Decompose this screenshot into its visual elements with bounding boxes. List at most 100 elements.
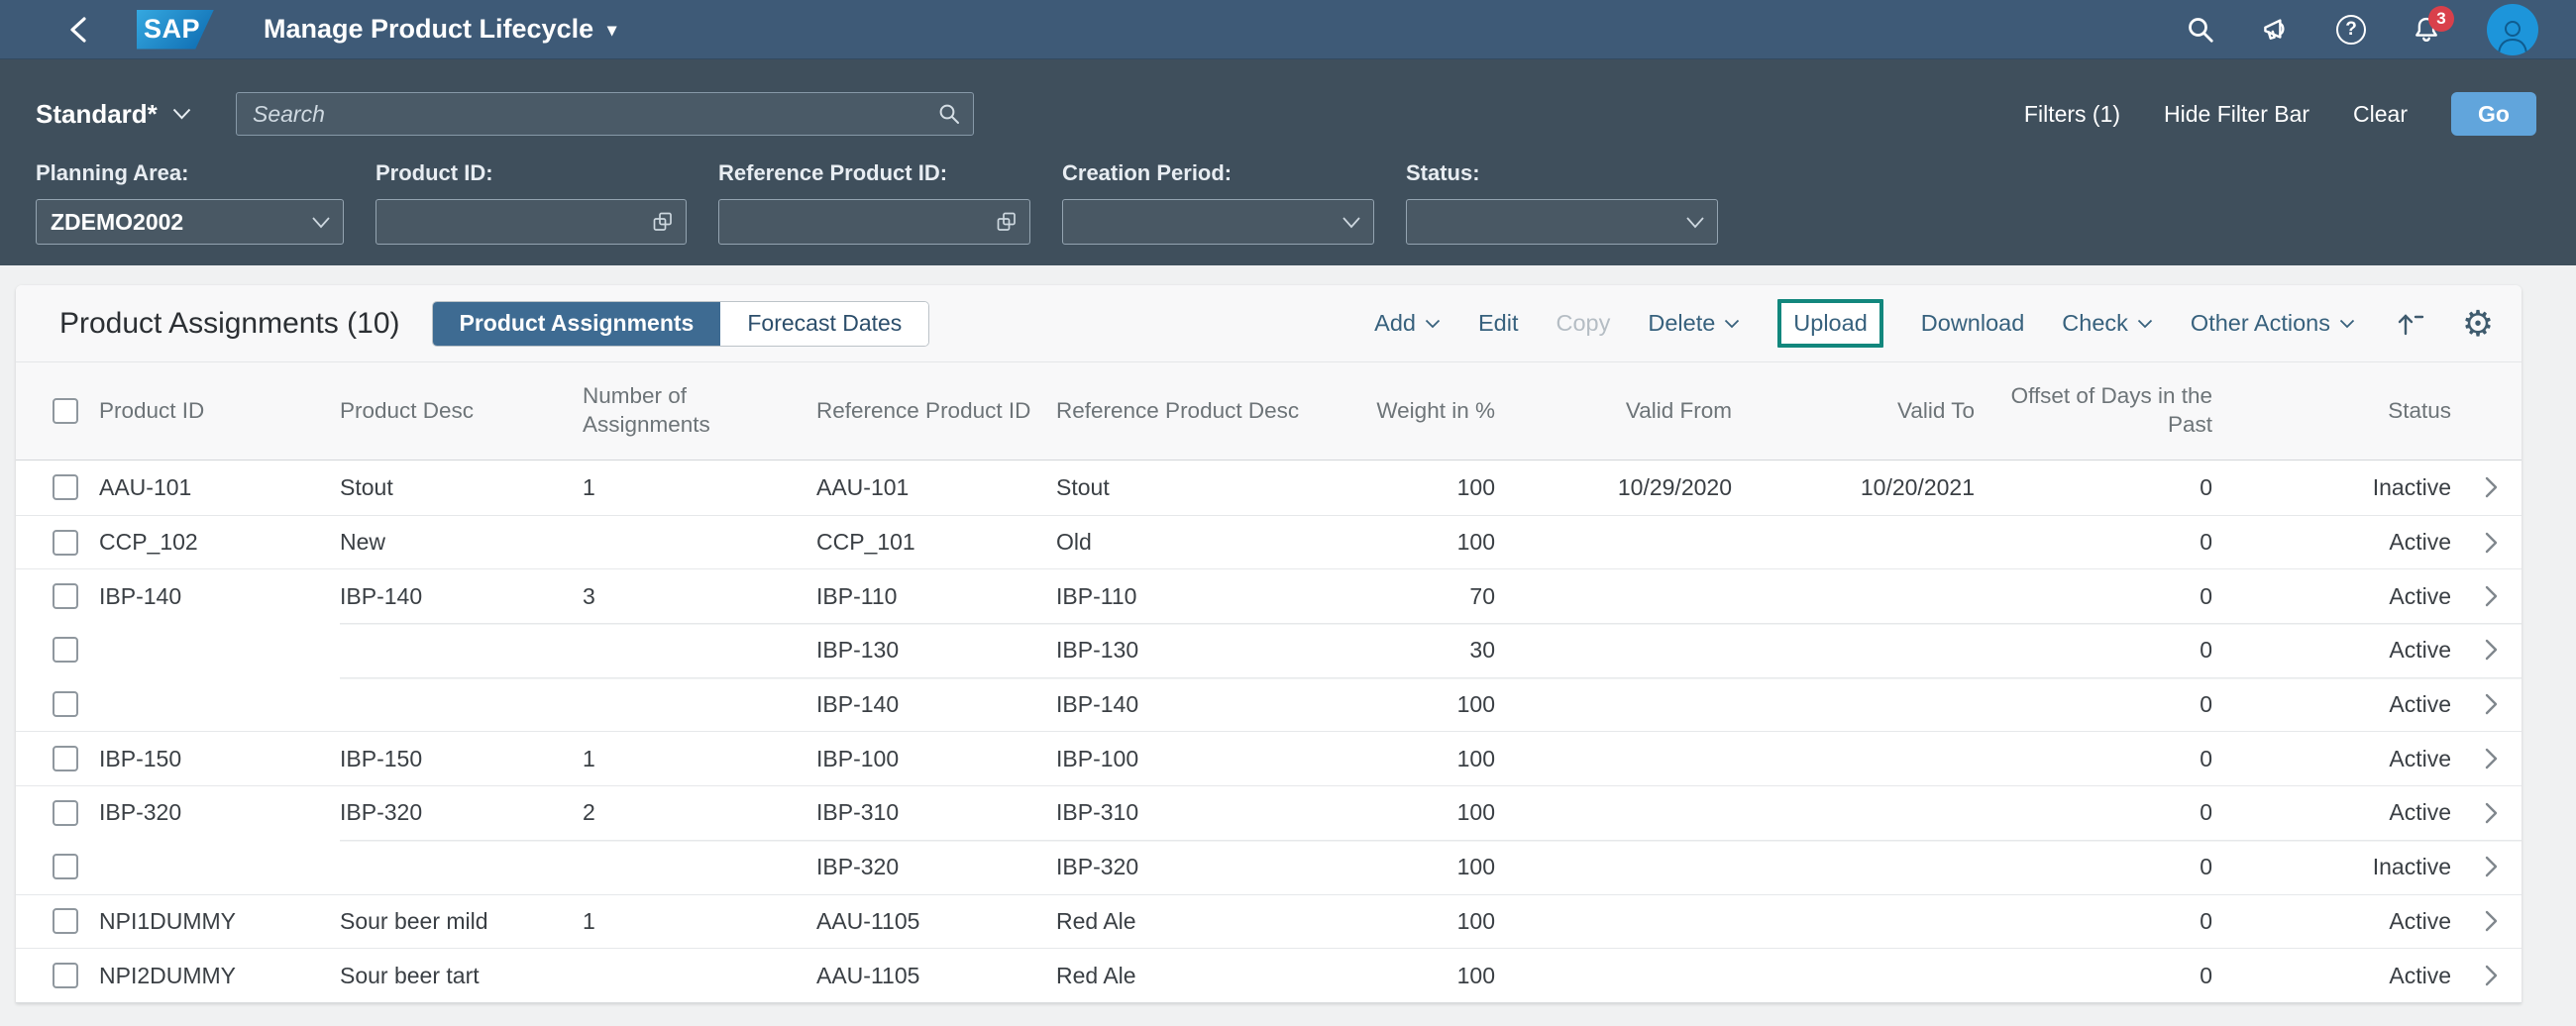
table-row[interactable]: CCP_102NewCCP_101Old1000Active (16, 515, 2522, 569)
button-label: Upload (1793, 310, 1867, 337)
back-icon[interactable] (65, 15, 91, 45)
row-checkbox[interactable] (53, 746, 78, 771)
bell-icon[interactable]: 3 (2412, 15, 2441, 45)
cell-ref-id: AAU-101 (816, 474, 1056, 501)
cell-status: Active (2222, 908, 2461, 935)
row-checkbox[interactable] (53, 474, 78, 500)
row-checkbox[interactable] (53, 854, 78, 879)
search-go-icon[interactable] (937, 102, 961, 126)
cell-ref-id: CCP_101 (816, 529, 1056, 556)
chevron-right-icon[interactable] (2484, 909, 2499, 933)
cell-status: Active (2222, 963, 2461, 989)
row-checkbox[interactable] (53, 530, 78, 556)
hide-filter-bar-link[interactable]: Hide Filter Bar (2164, 101, 2309, 128)
cell-num: 2 (583, 799, 816, 826)
chevron-down-icon[interactable] (1685, 216, 1705, 229)
cell-weight: 100 (1353, 746, 1505, 772)
title-caret-icon: ▾ (607, 21, 616, 39)
chevron-right-icon[interactable] (2484, 531, 2499, 555)
table-row[interactable]: IBP-320IBP-3201000Inactive (16, 840, 2522, 894)
search-icon[interactable] (2186, 15, 2215, 45)
clear-link[interactable]: Clear (2353, 101, 2408, 128)
row-checkbox-cell (16, 637, 99, 663)
chevron-right-icon[interactable] (2484, 964, 2499, 987)
cell-product-id: IBP-320 (99, 799, 340, 826)
table-row[interactable]: IBP-150IBP-1501IBP-100IBP-1001000Active (16, 731, 2522, 785)
sort-icon[interactable] (2395, 308, 2426, 340)
avatar[interactable] (2487, 4, 2538, 55)
download-button[interactable]: Download (1921, 310, 2025, 337)
table-row[interactable]: AAU-101Stout1AAU-101Stout10010/29/202010… (16, 461, 2522, 515)
chevron-down-icon[interactable] (1342, 216, 1361, 229)
filter-field-control-reference-product-id[interactable] (718, 199, 1030, 245)
row-checkbox[interactable] (53, 963, 78, 988)
filter-field-value: ZDEMO2002 (51, 209, 311, 236)
shell-actions: ? 3 (2186, 4, 2538, 55)
table-row[interactable]: NPI1DUMMYSour beer mild1AAU-1105Red Ale1… (16, 894, 2522, 949)
cell-ref-id: IBP-140 (816, 691, 1056, 718)
cell-product-desc: IBP-320 (340, 799, 583, 826)
row-checkbox-cell (16, 800, 99, 826)
row-checkbox[interactable] (53, 637, 78, 663)
chevron-right-icon[interactable] (2484, 475, 2499, 499)
row-navigation-cell (2461, 475, 2522, 499)
table-row[interactable]: IBP-320IBP-3202IBP-310IBP-3101000Active (16, 785, 2522, 840)
filter-field-control-status[interactable] (1406, 199, 1718, 245)
cell-offset: 0 (1985, 474, 2222, 501)
cell-status: Inactive (2222, 854, 2461, 880)
search-input[interactable] (253, 101, 937, 128)
filter-field-status: Status: (1406, 160, 1718, 245)
chevron-right-icon[interactable] (2484, 747, 2499, 770)
cell-status: Active (2222, 583, 2461, 610)
toolbar-actions: AddEditCopyDeleteUploadDownloadCheckOthe… (1374, 299, 2355, 348)
edit-button[interactable]: Edit (1478, 310, 1519, 337)
add-button[interactable]: Add (1374, 310, 1441, 337)
table-row[interactable]: IBP-140IBP-1403IBP-110IBP-110700Active (16, 568, 2522, 623)
filter-field-control-product-id[interactable] (376, 199, 687, 245)
row-checkbox[interactable] (53, 800, 78, 826)
app-title[interactable]: Manage Product Lifecycle ▾ (264, 14, 616, 45)
delete-button[interactable]: Delete (1648, 310, 1740, 337)
value-help-copy-icon[interactable] (996, 211, 1018, 233)
chevron-right-icon[interactable] (2484, 801, 2499, 825)
cell-product-desc: Stout (340, 474, 583, 501)
table-row[interactable]: NPI2DUMMYSour beer tartAAU-1105Red Ale10… (16, 948, 2522, 1002)
go-button[interactable]: Go (2451, 92, 2536, 136)
cell-offset: 0 (1985, 746, 2222, 772)
row-navigation-cell (2461, 584, 2522, 608)
row-checkbox[interactable] (53, 691, 78, 717)
chevron-down-icon[interactable] (311, 216, 331, 229)
button-label: Edit (1478, 310, 1519, 337)
help-glyph: ? (2345, 19, 2357, 41)
row-navigation-cell (2461, 692, 2522, 716)
app-title-label: Manage Product Lifecycle (264, 14, 593, 45)
chevron-right-icon[interactable] (2484, 638, 2499, 662)
filters-link[interactable]: Filters (1) (2024, 101, 2120, 128)
select-all-checkbox[interactable] (53, 398, 78, 424)
row-checkbox[interactable] (53, 908, 78, 934)
table-row[interactable]: IBP-130IBP-130300Active (16, 623, 2522, 677)
upload-button[interactable]: Upload (1777, 299, 1882, 348)
row-navigation-cell (2461, 531, 2522, 555)
check-button[interactable]: Check (2062, 310, 2153, 337)
filter-field-control-creation-period[interactable] (1062, 199, 1374, 245)
row-checkbox[interactable] (53, 583, 78, 609)
tab-forecast-dates[interactable]: Forecast Dates (720, 302, 928, 346)
chevron-right-icon[interactable] (2484, 855, 2499, 878)
filter-field-control-planning-area[interactable]: ZDEMO2002 (36, 199, 344, 245)
cell-ref-id: AAU-1105 (816, 908, 1056, 935)
tab-product-assignments[interactable]: Product Assignments (433, 302, 721, 346)
other-actions-button[interactable]: Other Actions (2191, 310, 2355, 337)
table-row[interactable]: IBP-140IBP-1401000Active (16, 677, 2522, 732)
megaphone-icon[interactable] (2261, 15, 2291, 45)
chevron-right-icon[interactable] (2484, 584, 2499, 608)
help-icon[interactable]: ? (2336, 15, 2366, 45)
chevron-right-icon[interactable] (2484, 692, 2499, 716)
value-help-copy-icon[interactable] (652, 211, 674, 233)
variant-selector[interactable]: Standard* (36, 99, 236, 130)
button-label: Other Actions (2191, 310, 2330, 337)
settings-gear-icon[interactable]: ⚙ (2460, 308, 2496, 340)
row-checkbox-cell (16, 963, 99, 988)
cell-status: Inactive (2222, 474, 2461, 501)
cell-valid-to: 10/20/2021 (1742, 474, 1985, 501)
